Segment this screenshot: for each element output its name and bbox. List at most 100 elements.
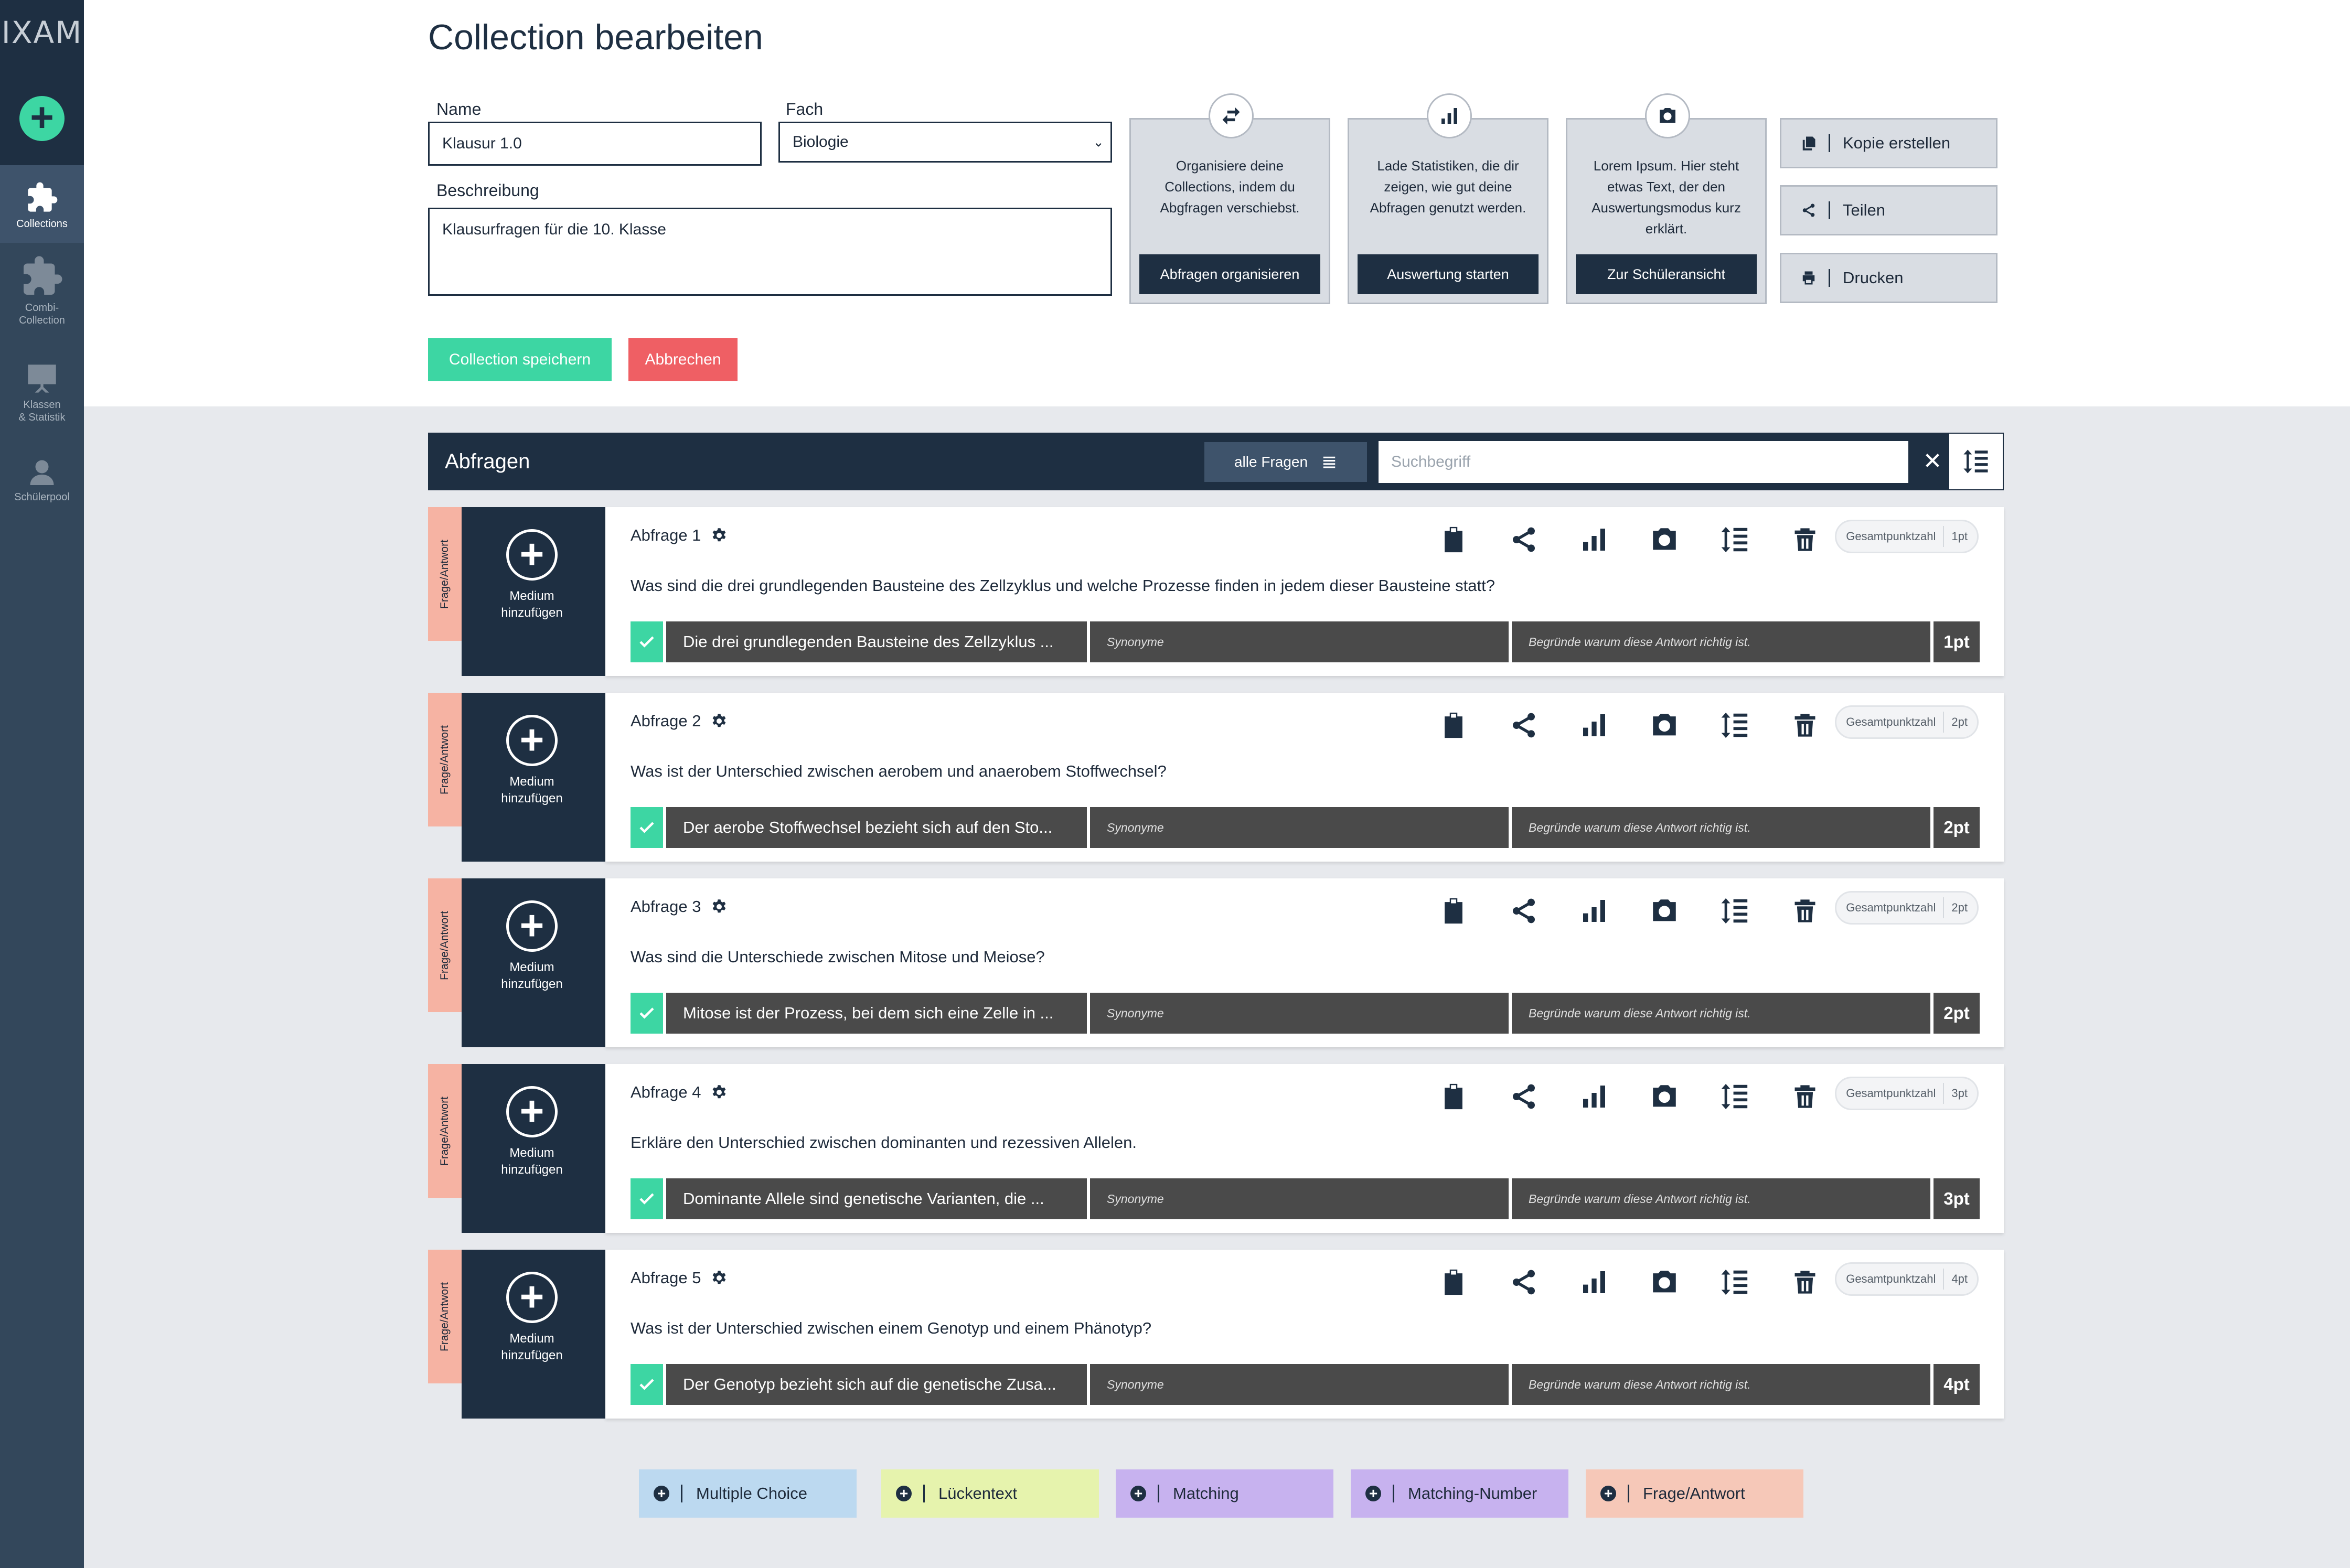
close-icon[interactable]: ✕	[1917, 433, 1948, 490]
clipboard-icon[interactable]	[1418, 1076, 1489, 1118]
save-collection-button[interactable]: Collection speichern	[428, 338, 612, 381]
gear-icon[interactable]	[711, 528, 727, 543]
share-icon[interactable]	[1489, 1261, 1559, 1303]
share-button[interactable]: Teilen	[1780, 185, 1997, 235]
fach-select[interactable]: Biologie ⌄	[778, 122, 1112, 163]
clipboard-icon[interactable]	[1418, 890, 1489, 932]
sort-order-button[interactable]	[1948, 433, 2004, 490]
add-medium-label: hinzufügen	[501, 606, 563, 620]
clipboard-icon[interactable]	[1418, 1261, 1489, 1303]
gear-icon[interactable]	[711, 1084, 727, 1100]
bar-chart-icon[interactable]	[1559, 1076, 1629, 1118]
list-order-icon[interactable]	[1700, 890, 1770, 932]
clipboard-icon[interactable]	[1418, 519, 1489, 561]
gear-icon[interactable]	[711, 899, 727, 915]
reason-field[interactable]: Begründe warum diese Antwort richtig ist…	[1512, 1178, 1930, 1219]
answer-field[interactable]: Der aerobe Stoffwechsel bezieht sich auf…	[666, 807, 1087, 848]
reason-field[interactable]: Begründe warum diese Antwort richtig ist…	[1512, 993, 1930, 1034]
bar-chart-icon[interactable]	[1559, 519, 1629, 561]
answer-points[interactable]: 3pt	[1934, 1178, 1980, 1219]
beschreibung-textarea[interactable]: Klausurfragen für die 10. Klasse	[428, 208, 1112, 296]
reason-field[interactable]: Begründe warum diese Antwort richtig ist…	[1512, 1364, 1930, 1405]
question-text[interactable]: Was ist der Unterschied zwischen aerobem…	[631, 762, 1167, 781]
share-icon[interactable]	[1489, 1076, 1559, 1118]
sidebar-item-combi-collection[interactable]: Combi- Collection	[0, 254, 84, 338]
camera-icon[interactable]	[1629, 1076, 1700, 1118]
list-order-icon[interactable]	[1700, 1076, 1770, 1118]
reason-field[interactable]: Begründe warum diese Antwort richtig ist…	[1512, 807, 1930, 848]
answer-field[interactable]: Mitose ist der Prozess, bei dem sich ein…	[666, 993, 1087, 1034]
add-type-button[interactable]: + Lückentext	[881, 1469, 1099, 1518]
answer-points[interactable]: 1pt	[1934, 621, 1980, 662]
synonyms-field[interactable]: Synonyme	[1090, 621, 1509, 662]
beschreibung-label: Beschreibung	[436, 181, 539, 200]
bar-chart-icon[interactable]	[1559, 1261, 1629, 1303]
app-logo[interactable]: IXAM	[0, 15, 84, 50]
checkmark-icon[interactable]	[631, 807, 663, 848]
synonyms-field[interactable]: Synonyme	[1090, 807, 1509, 848]
trash-icon[interactable]	[1770, 704, 1840, 746]
cancel-button[interactable]: Abbrechen	[628, 338, 738, 381]
bar-chart-icon[interactable]	[1559, 890, 1629, 932]
camera-icon[interactable]	[1629, 1261, 1700, 1303]
add-type-button[interactable]: + Matching	[1116, 1469, 1333, 1518]
sidebar-item-collections[interactable]: Collections	[0, 165, 84, 243]
start-evaluation-button[interactable]: Auswertung starten	[1358, 254, 1539, 294]
print-button[interactable]: Drucken	[1780, 253, 1997, 303]
search-input[interactable]	[1379, 441, 1908, 483]
trash-icon[interactable]	[1770, 890, 1840, 932]
camera-icon[interactable]	[1629, 890, 1700, 932]
question-text[interactable]: Was sind die Unterschiede zwischen Mitos…	[631, 948, 1045, 966]
synonyms-field[interactable]: Synonyme	[1090, 1178, 1509, 1219]
question-text[interactable]: Was ist der Unterschied zwischen einem G…	[631, 1319, 1151, 1338]
gear-icon[interactable]	[711, 1270, 727, 1286]
add-medium-button[interactable]: + Medium hinzufügen	[462, 1064, 602, 1198]
answer-field[interactable]: Die drei grundlegenden Bausteine des Zel…	[666, 621, 1087, 662]
add-type-button[interactable]: + Matching-Number	[1351, 1469, 1568, 1518]
list-order-icon[interactable]	[1700, 1261, 1770, 1303]
answer-field[interactable]: Der Genotyp bezieht sich auf die genetis…	[666, 1364, 1087, 1405]
checkmark-icon[interactable]	[631, 993, 663, 1034]
checkmark-icon[interactable]	[631, 621, 663, 662]
answer-points[interactable]: 4pt	[1934, 1364, 1980, 1405]
organize-questions-button[interactable]: Abfragen organisieren	[1139, 254, 1320, 294]
answer-points[interactable]: 2pt	[1934, 993, 1980, 1034]
add-type-button[interactable]: + Frage/Antwort	[1586, 1469, 1803, 1518]
synonyms-field[interactable]: Synonyme	[1090, 1364, 1509, 1405]
trash-icon[interactable]	[1770, 1261, 1840, 1303]
camera-icon[interactable]	[1629, 519, 1700, 561]
clipboard-icon[interactable]	[1418, 704, 1489, 746]
add-medium-button[interactable]: + Medium hinzufügen	[462, 693, 602, 826]
list-order-icon[interactable]	[1700, 519, 1770, 561]
question-text[interactable]: Was sind die drei grundlegenden Baustein…	[631, 576, 1495, 595]
share-icon[interactable]	[1489, 519, 1559, 561]
answer-points[interactable]: 2pt	[1934, 807, 1980, 848]
add-type-button[interactable]: + Multiple Choice	[639, 1469, 857, 1518]
question-text[interactable]: Erkläre den Unterschied zwischen dominan…	[631, 1133, 1137, 1152]
swap-icon	[1209, 93, 1254, 138]
answer-field[interactable]: Dominante Allele sind genetische Variant…	[666, 1178, 1087, 1219]
gear-icon[interactable]	[711, 713, 727, 729]
sidebar-item-klassen-statistik[interactable]: Klassen & Statistik	[0, 362, 84, 435]
name-input[interactable]: Klausur 1.0	[428, 122, 762, 166]
share-icon[interactable]	[1489, 890, 1559, 932]
copy-button[interactable]: Kopie erstellen	[1780, 118, 1997, 168]
synonyms-field[interactable]: Synonyme	[1090, 993, 1509, 1034]
sidebar-item-schuelerpool[interactable]: Schülerpool	[0, 456, 84, 509]
add-medium-button[interactable]: + Medium hinzufügen	[462, 1250, 602, 1383]
share-icon[interactable]	[1489, 704, 1559, 746]
bar-chart-icon[interactable]	[1559, 704, 1629, 746]
question-actions	[1418, 890, 1840, 932]
add-medium-button[interactable]: + Medium hinzufügen	[462, 878, 602, 1012]
checkmark-icon[interactable]	[631, 1178, 663, 1219]
trash-icon[interactable]	[1770, 1076, 1840, 1118]
checkmark-icon[interactable]	[631, 1364, 663, 1405]
filter-dropdown[interactable]: alle Fragen	[1204, 442, 1367, 482]
camera-icon[interactable]	[1629, 704, 1700, 746]
add-medium-button[interactable]: + Medium hinzufügen	[462, 507, 602, 641]
trash-icon[interactable]	[1770, 519, 1840, 561]
reason-field[interactable]: Begründe warum diese Antwort richtig ist…	[1512, 621, 1930, 662]
list-order-icon[interactable]	[1700, 704, 1770, 746]
add-icon[interactable]: +	[19, 96, 65, 141]
student-view-button[interactable]: Zur Schüleransicht	[1576, 254, 1757, 294]
